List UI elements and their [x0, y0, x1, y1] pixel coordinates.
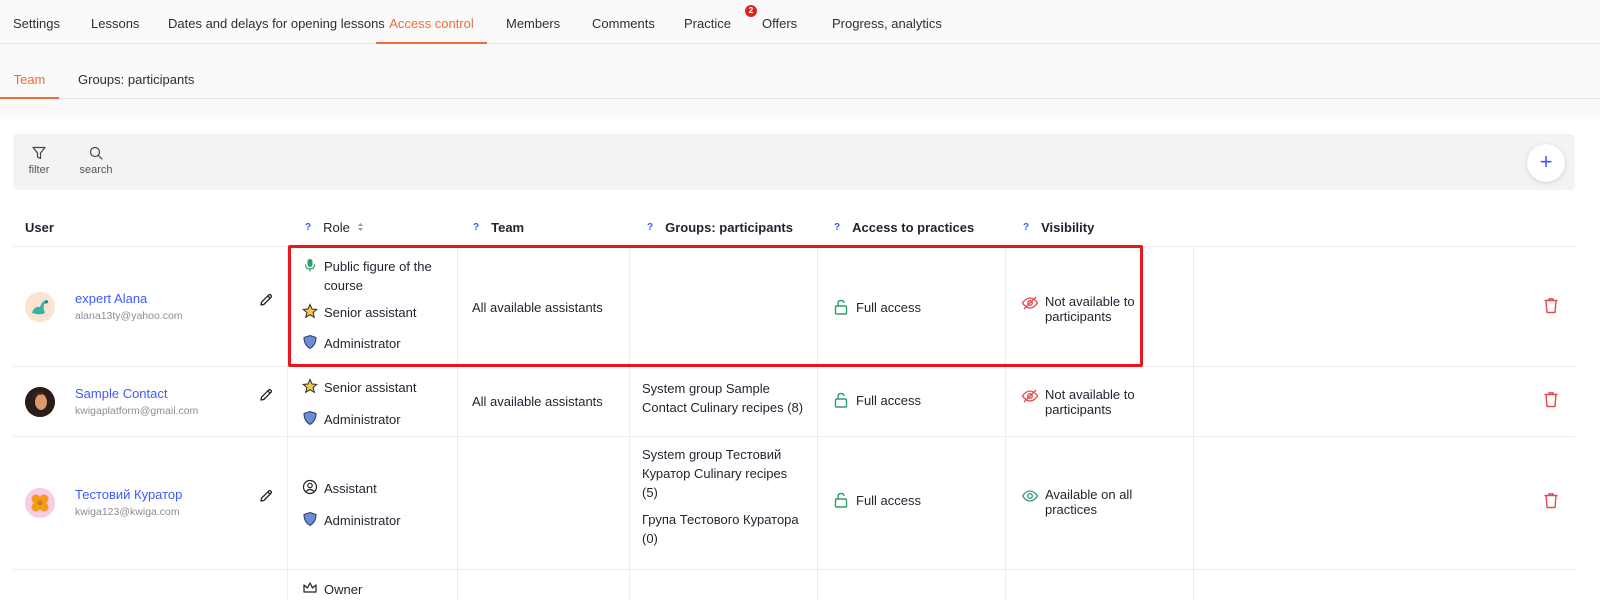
- tab-access-control[interactable]: Access control: [376, 0, 487, 44]
- edit-icon[interactable]: [258, 387, 274, 403]
- top-navigation: Settings Lessons Dates and delays for op…: [0, 0, 1600, 44]
- table-header: User ? Role ? Team ? Groups: participants ?…: [13, 212, 1575, 247]
- column-header-team-label: Team: [491, 220, 525, 235]
- search-button[interactable]: search: [79, 146, 113, 176]
- unlock-icon: [834, 392, 848, 408]
- tab-offers[interactable]: Offers: [762, 0, 797, 43]
- microphone-icon: [304, 259, 316, 272]
- filter-label: filter: [28, 164, 50, 176]
- star-icon: [302, 303, 318, 319]
- filter-icon: [32, 146, 46, 160]
- unlock-icon: [834, 299, 848, 315]
- help-icon[interactable]: ?: [647, 222, 653, 233]
- star-icon: [302, 378, 318, 394]
- avatar: [25, 292, 55, 322]
- access-label: Full access: [856, 393, 922, 408]
- column-header-access: ? Access to practices: [834, 220, 974, 235]
- role-label: Administrator: [324, 513, 401, 528]
- sub-navigation: Team Groups: participants: [0, 44, 1600, 99]
- column-header-visibility: ? Visibility: [1023, 220, 1094, 235]
- role-label: Senior assistant: [324, 305, 417, 320]
- tab-members[interactable]: Members: [506, 0, 560, 43]
- tab-comments[interactable]: Comments: [592, 0, 655, 43]
- help-icon[interactable]: ?: [834, 222, 840, 233]
- unlock-icon: [834, 492, 848, 508]
- table-row: Тестовий Куратор kwiga123@kwiga.com Assi…: [13, 437, 1575, 570]
- search-icon: [89, 146, 103, 160]
- subtab-team[interactable]: Team: [0, 44, 59, 99]
- shield-icon: [303, 511, 317, 527]
- group-value: System group Sample Contact Culinary rec…: [642, 381, 804, 415]
- role-label: Assistant: [324, 481, 377, 496]
- column-header-user: User: [25, 220, 54, 235]
- tab-progress-analytics[interactable]: Progress, analytics: [832, 0, 942, 43]
- delete-icon[interactable]: [1543, 297, 1559, 314]
- page-background-strip: [0, 99, 1600, 117]
- visibility-label: Not available to participants: [1045, 387, 1135, 417]
- shield-icon: [303, 334, 317, 350]
- dinosaur-avatar-icon: [32, 300, 49, 315]
- role-label: Administrator: [324, 412, 401, 427]
- delete-icon[interactable]: [1543, 391, 1559, 408]
- group-value: Група Тестового Куратора (0): [642, 512, 799, 546]
- user-email: alana13ty@yahoo.com: [75, 310, 183, 322]
- tab-settings[interactable]: Settings: [13, 0, 60, 43]
- help-icon[interactable]: ?: [1023, 222, 1029, 233]
- column-header-groups-label: Groups: participants: [665, 220, 793, 235]
- visibility-label: Not available to participants: [1045, 294, 1135, 324]
- user-email: kwiga123@kwiga.com: [75, 506, 180, 518]
- table-row: expert Alana alana13ty@yahoo.com Public …: [13, 247, 1575, 367]
- role-label: Public figure of the course: [324, 259, 432, 293]
- column-header-access-label: Access to practices: [852, 220, 975, 235]
- avatar: [25, 488, 55, 518]
- photo-avatar-icon: [25, 387, 55, 417]
- column-header-role-label: Role: [323, 220, 350, 235]
- eye-icon: [1021, 490, 1039, 502]
- sort-icon[interactable]: [357, 222, 364, 232]
- user-email: kwigaplatform@gmail.com: [75, 405, 199, 417]
- user-circle-icon: [302, 479, 318, 495]
- add-team-member-button[interactable]: +: [1527, 144, 1565, 182]
- column-header-groups: ? Groups: participants: [647, 220, 793, 235]
- search-label: search: [79, 164, 113, 176]
- eye-off-icon: [1021, 389, 1039, 403]
- eye-off-icon: [1021, 296, 1039, 310]
- avatar: [25, 387, 55, 417]
- team-value: All available assistants: [472, 300, 603, 315]
- subtab-groups-participants[interactable]: Groups: participants: [78, 44, 194, 99]
- table-row: Sample Contact kwigaplatform@gmail.com S…: [13, 367, 1575, 437]
- access-label: Full access: [856, 300, 922, 315]
- table-row: Owner: [13, 570, 1575, 600]
- role-label: Senior assistant: [324, 380, 417, 395]
- help-icon[interactable]: ?: [473, 222, 479, 233]
- column-header-visibility-label: Visibility: [1041, 220, 1095, 235]
- shield-icon: [303, 410, 317, 426]
- tab-lessons[interactable]: Lessons: [91, 0, 139, 43]
- table-toolbar: filter search: [13, 134, 1575, 190]
- user-name-link[interactable]: expert Alana: [75, 291, 147, 306]
- access-label: Full access: [856, 493, 922, 508]
- tab-practice[interactable]: Practice: [684, 0, 731, 43]
- role-label: Owner: [324, 582, 363, 597]
- role-label: Administrator: [324, 336, 401, 351]
- practice-count-badge: 2: [745, 5, 757, 17]
- help-icon[interactable]: ?: [305, 222, 311, 233]
- user-name-link[interactable]: Sample Contact: [75, 386, 168, 401]
- flower-avatar-icon: [25, 488, 55, 518]
- edit-icon[interactable]: [258, 488, 274, 504]
- filter-button[interactable]: filter: [27, 146, 51, 176]
- tab-dates-delays[interactable]: Dates and delays for opening lessons: [168, 0, 385, 43]
- crown-icon: [303, 582, 317, 593]
- delete-icon[interactable]: [1543, 492, 1559, 509]
- team-value: All available assistants: [472, 394, 603, 409]
- column-header-role[interactable]: ? Role: [305, 220, 364, 235]
- group-value: System group Тестовий Куратор Culinary r…: [642, 447, 788, 500]
- visibility-label: Available on all practices: [1045, 487, 1133, 517]
- edit-icon[interactable]: [258, 292, 274, 308]
- user-name-link[interactable]: Тестовий Куратор: [75, 487, 182, 502]
- column-header-team: ? Team: [473, 220, 524, 235]
